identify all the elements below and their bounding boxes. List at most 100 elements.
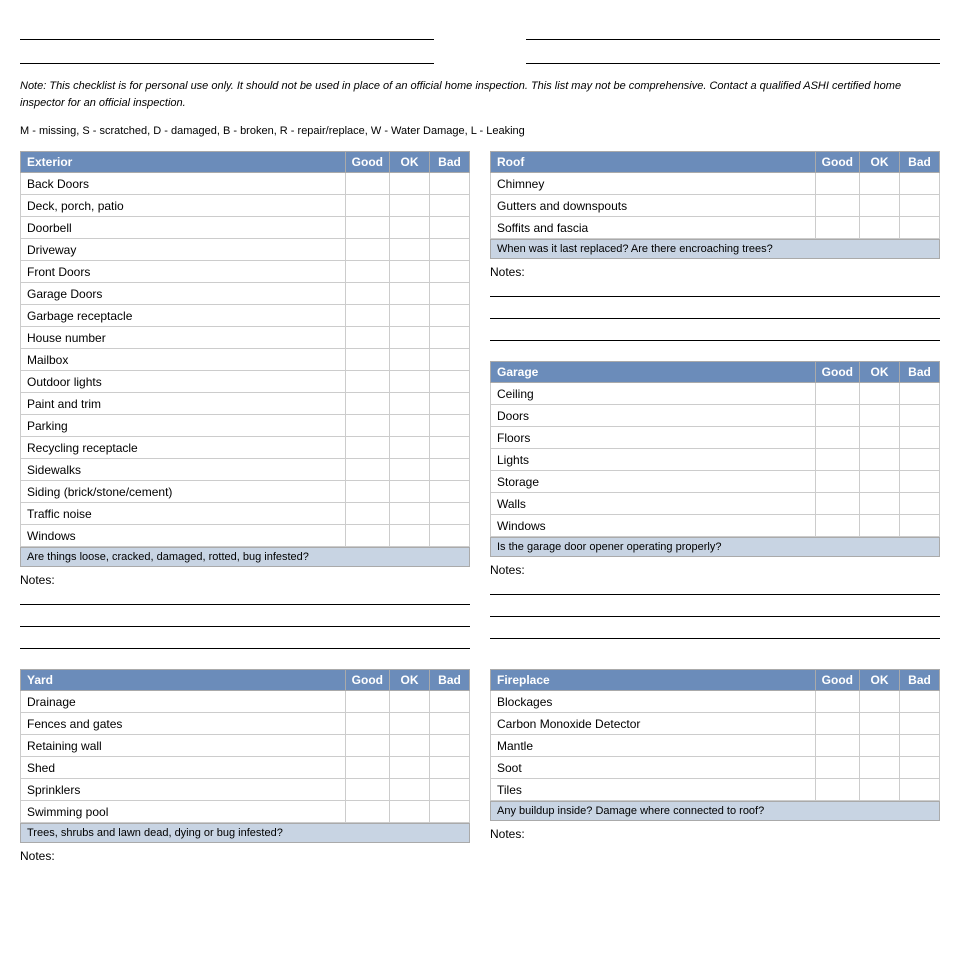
bad-cell[interactable] [430,173,470,195]
good-cell[interactable] [815,195,859,217]
ok-cell[interactable] [390,327,430,349]
ok-cell[interactable] [390,349,430,371]
good-cell[interactable] [345,779,389,801]
ok-cell[interactable] [390,779,430,801]
good-cell[interactable] [815,735,859,757]
ok-cell[interactable] [860,449,900,471]
bad-cell[interactable] [430,217,470,239]
ok-cell[interactable] [390,415,430,437]
good-cell[interactable] [345,415,389,437]
good-cell[interactable] [345,801,389,823]
ok-cell[interactable] [860,217,900,239]
bad-cell[interactable] [900,691,940,713]
ok-cell[interactable] [860,427,900,449]
bad-cell[interactable] [430,349,470,371]
ok-cell[interactable] [390,371,430,393]
ok-cell[interactable] [390,217,430,239]
good-cell[interactable] [815,713,859,735]
ok-cell[interactable] [860,405,900,427]
ok-cell[interactable] [390,735,430,757]
good-cell[interactable] [815,405,859,427]
ok-cell[interactable] [390,283,430,305]
bad-cell[interactable] [430,735,470,757]
bad-cell[interactable] [430,779,470,801]
good-cell[interactable] [815,757,859,779]
ok-cell[interactable] [390,393,430,415]
good-cell[interactable] [815,173,859,195]
bad-cell[interactable] [430,327,470,349]
bad-cell[interactable] [430,239,470,261]
bad-cell[interactable] [900,515,940,537]
bad-cell[interactable] [900,779,940,801]
bad-cell[interactable] [900,405,940,427]
good-cell[interactable] [345,525,389,547]
bad-cell[interactable] [900,449,940,471]
good-cell[interactable] [345,261,389,283]
good-cell[interactable] [345,327,389,349]
bad-cell[interactable] [900,471,940,493]
bad-cell[interactable] [900,173,940,195]
good-cell[interactable] [345,713,389,735]
ok-cell[interactable] [860,195,900,217]
good-cell[interactable] [345,195,389,217]
bad-cell[interactable] [430,757,470,779]
ok-cell[interactable] [390,481,430,503]
ok-cell[interactable] [390,195,430,217]
good-cell[interactable] [345,393,389,415]
ok-cell[interactable] [390,305,430,327]
good-cell[interactable] [815,427,859,449]
good-cell[interactable] [815,515,859,537]
ok-cell[interactable] [860,757,900,779]
bad-cell[interactable] [900,383,940,405]
ok-cell[interactable] [860,779,900,801]
bad-cell[interactable] [430,713,470,735]
bad-cell[interactable] [430,481,470,503]
bad-cell[interactable] [430,437,470,459]
bad-cell[interactable] [900,757,940,779]
bad-cell[interactable] [430,195,470,217]
good-cell[interactable] [815,471,859,493]
good-cell[interactable] [345,349,389,371]
ok-cell[interactable] [390,239,430,261]
bad-cell[interactable] [430,283,470,305]
good-cell[interactable] [815,217,859,239]
bad-cell[interactable] [430,305,470,327]
ok-cell[interactable] [860,691,900,713]
ok-cell[interactable] [390,757,430,779]
good-cell[interactable] [345,239,389,261]
ok-cell[interactable] [390,801,430,823]
good-cell[interactable] [345,305,389,327]
bad-cell[interactable] [900,735,940,757]
good-cell[interactable] [345,283,389,305]
ok-cell[interactable] [860,173,900,195]
ok-cell[interactable] [390,459,430,481]
good-cell[interactable] [345,481,389,503]
ok-cell[interactable] [390,173,430,195]
ok-cell[interactable] [860,471,900,493]
bad-cell[interactable] [430,415,470,437]
ok-cell[interactable] [390,261,430,283]
good-cell[interactable] [815,779,859,801]
good-cell[interactable] [345,437,389,459]
good-cell[interactable] [345,217,389,239]
good-cell[interactable] [345,173,389,195]
ok-cell[interactable] [860,383,900,405]
bad-cell[interactable] [900,195,940,217]
good-cell[interactable] [815,691,859,713]
good-cell[interactable] [815,449,859,471]
bad-cell[interactable] [900,493,940,515]
good-cell[interactable] [815,493,859,515]
bad-cell[interactable] [430,503,470,525]
bad-cell[interactable] [430,459,470,481]
bad-cell[interactable] [900,217,940,239]
ok-cell[interactable] [390,437,430,459]
good-cell[interactable] [345,371,389,393]
ok-cell[interactable] [390,525,430,547]
bad-cell[interactable] [430,691,470,713]
bad-cell[interactable] [430,525,470,547]
good-cell[interactable] [815,383,859,405]
bad-cell[interactable] [430,801,470,823]
good-cell[interactable] [345,735,389,757]
bad-cell[interactable] [430,371,470,393]
ok-cell[interactable] [860,735,900,757]
